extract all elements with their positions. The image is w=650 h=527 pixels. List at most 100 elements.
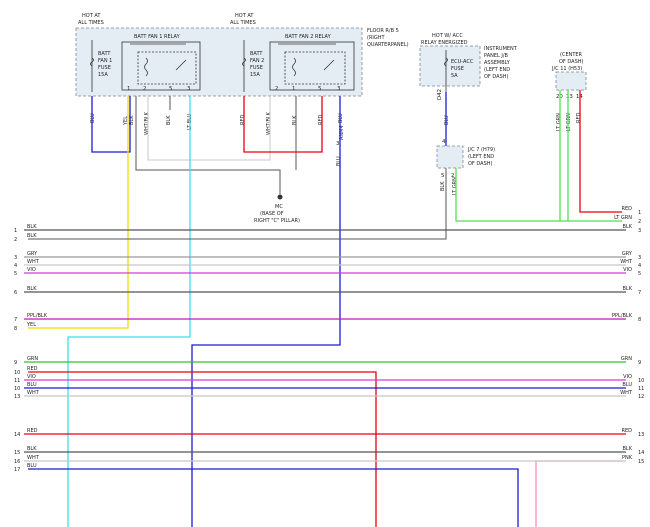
svg-text:3: 3 <box>187 86 190 92</box>
svg-text:5A: 5A <box>451 73 458 79</box>
harness-row: 5 VIO 5 VIO <box>14 267 641 277</box>
svg-text:FUSE: FUSE <box>451 66 464 72</box>
svg-text:HOT AT: HOT AT <box>82 13 101 19</box>
svg-text:OF DASH): OF DASH) <box>559 59 584 65</box>
wiring-diagram: HOT AT ALL TIMES HOT AT ALL TIMES FLOOR … <box>14 13 644 527</box>
svg-text:5: 5 <box>441 173 444 179</box>
row-color-left: VIO <box>27 374 36 380</box>
svg-text:WHT/BLK: WHT/BLK <box>266 111 272 135</box>
wire-blk-relay1-ground <box>135 96 281 194</box>
svg-text:RED: RED <box>576 112 582 123</box>
wire-red-jc11 <box>579 90 622 213</box>
row-pin-right: 7 <box>638 290 641 296</box>
svg-text:ALL TIMES: ALL TIMES <box>230 20 256 26</box>
svg-text:ASSEMBLY: ASSEMBLY <box>484 60 511 66</box>
row-color-left: BLK <box>27 286 37 292</box>
harness-row: 15 BLK 14 BLK <box>14 446 644 456</box>
svg-text:5: 5 <box>169 86 172 92</box>
harness-row: 11 VIO 10 VIO <box>14 374 644 384</box>
wire-red-fuse2-loop <box>243 96 323 153</box>
row-color-left: RED <box>27 428 38 434</box>
row-pin-right: 4 <box>638 263 641 269</box>
jc11-junction <box>555 71 587 91</box>
harness-rows: 1 RED 2 LT GRN 1 BLK 3 BLK 2 BLK 3 GRY 3 GRY 4 WHT 4 WHT 5… <box>14 206 644 473</box>
row-pin-left: 6 <box>14 290 17 296</box>
harness-row: 2 BLK <box>14 233 37 243</box>
row-pin-right: 5 <box>638 271 641 277</box>
harness-row: 1 BLK 3 BLK <box>14 224 641 234</box>
wire-pnk-row15 <box>535 460 622 527</box>
svg-text:FUSE: FUSE <box>250 65 263 71</box>
row-pin-left: 1 <box>14 228 17 234</box>
row-color-left: WHT <box>27 455 40 461</box>
row-pin-right: 1 <box>638 210 641 216</box>
svg-text:J/C 11 (H53): J/C 11 (H53) <box>551 66 582 72</box>
svg-text:3: 3 <box>337 86 340 92</box>
row-pin-right: 10 <box>638 378 644 384</box>
svg-text:LT GRN: LT GRN <box>566 113 572 131</box>
row-color-left: BLK <box>27 446 37 452</box>
top-wire-labels: BLU YEL BLK WHT/BLK BLK LT BLU RED WHT/B… <box>90 111 582 195</box>
row-pin-right: 14 <box>638 450 644 456</box>
row-color-right: VIO <box>623 267 632 273</box>
svg-text:BATT FAN 1 RELAY: BATT FAN 1 RELAY <box>134 34 181 40</box>
svg-text:1: 1 <box>127 86 130 92</box>
mc-ground: MC (BASE OF RIGHT "C" PILLAR) <box>254 194 300 224</box>
harness-row: 14 RED 13 RED <box>14 428 644 438</box>
row-pin-left: 14 <box>14 432 20 438</box>
yel-row-label: 8 YEL <box>14 322 36 332</box>
svg-text:HOT AT: HOT AT <box>235 13 254 19</box>
row-pin-left: 9 <box>14 360 17 366</box>
row-color-right: GRY <box>622 251 633 257</box>
svg-text:(LEFT END: (LEFT END <box>484 67 510 73</box>
harness-row: 6 BLK 7 BLK <box>14 286 641 296</box>
row-color-left: BLK <box>27 233 37 239</box>
row-color-right: PPL/BLK <box>612 313 633 319</box>
row-pin-right: 9 <box>638 360 641 366</box>
row-color-right: BLU <box>622 382 632 388</box>
svg-text:LT GRN: LT GRN <box>452 177 458 195</box>
row-pin-right: 13 <box>638 432 644 438</box>
row-color-left: YEL <box>26 322 36 328</box>
svg-text:BLU: BLU <box>444 115 450 125</box>
svg-text:BATT: BATT <box>98 51 111 57</box>
svg-text:(CENTER: (CENTER <box>560 52 583 58</box>
row-pin-right: 12 <box>638 394 644 400</box>
row-color-left: RED <box>27 366 38 372</box>
svg-text:RIGHT "C" PILLAR): RIGHT "C" PILLAR) <box>254 218 300 224</box>
row-color-right: RED <box>622 206 633 212</box>
harness-row: 16 WHT 15 PNK <box>14 455 644 465</box>
row-color-right: GRN <box>621 356 632 362</box>
ecu-acc-fuse-block <box>419 45 481 87</box>
row-color-right: VIO <box>623 374 632 380</box>
svg-text:BLU: BLU <box>338 113 344 123</box>
row-pin-right: 11 <box>638 386 644 392</box>
harness-row: 3 GRY 3 GRY <box>14 251 641 261</box>
svg-text:HOT W/ ACC: HOT W/ ACC <box>432 33 463 39</box>
svg-text:5: 5 <box>318 86 321 92</box>
row-color-left: PPL/BLK <box>27 313 48 319</box>
row-pin-right: 3 <box>638 228 641 234</box>
svg-text:QUARTERPANEL): QUARTERPANEL) <box>367 42 409 48</box>
harness-row: 7 PPL/BLK 8 PPL/BLK <box>14 313 641 323</box>
jc7-junction <box>436 145 464 169</box>
hot-at-all-times-2: HOT AT ALL TIMES <box>230 13 256 26</box>
row-pin-right: 15 <box>638 459 644 465</box>
svg-text:OF DASH): OF DASH) <box>468 161 493 167</box>
svg-text:WHT/BLK: WHT/BLK <box>144 111 150 135</box>
row-color-left: BLK <box>27 224 37 230</box>
svg-text:ALL TIMES: ALL TIMES <box>78 20 104 26</box>
row-pin-left: 8 <box>14 326 17 332</box>
svg-text:2: 2 <box>275 86 278 92</box>
svg-text:FAN 2: FAN 2 <box>250 58 264 64</box>
svg-text:FAN 1: FAN 1 <box>98 58 112 64</box>
row-pin-left: 11 <box>14 378 20 384</box>
row-pin-left: 15 <box>14 450 20 456</box>
row-pin-left: 4 <box>14 263 17 269</box>
svg-text:FLOOR R/B 5: FLOOR R/B 5 <box>367 28 399 34</box>
row-color-right: RED <box>622 428 633 434</box>
svg-text:BLK: BLK <box>440 181 446 191</box>
jc11-label: (CENTER OF DASH) J/C 11 (H53) <box>551 52 584 72</box>
row-color-right: BLK <box>623 224 633 230</box>
row-color-right: BLK <box>623 286 633 292</box>
